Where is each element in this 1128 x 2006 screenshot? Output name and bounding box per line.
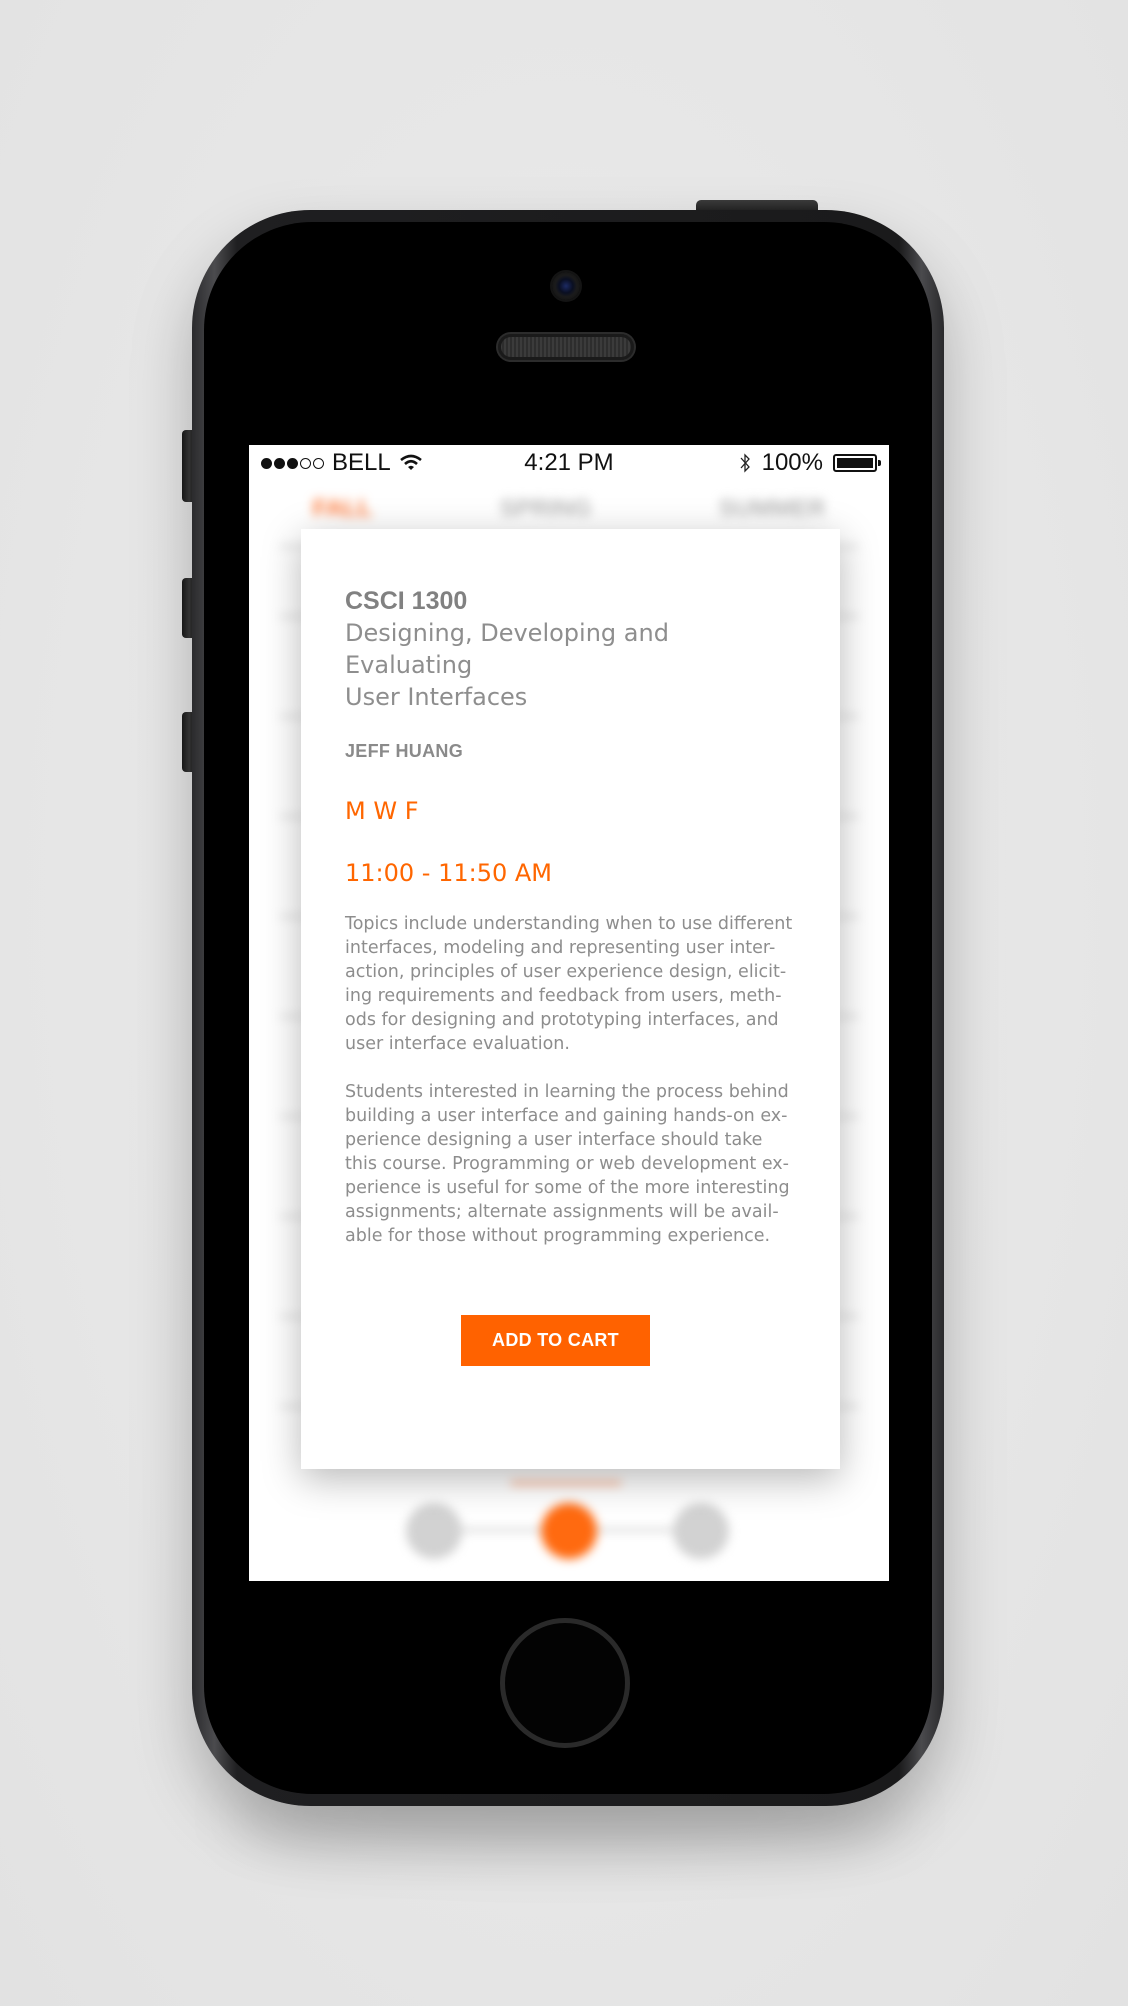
front-camera: [552, 272, 580, 300]
battery-fill: [837, 458, 873, 468]
course-title-line-2: User Interfaces: [345, 683, 528, 711]
course-code: CSCI 1300: [345, 587, 468, 615]
active-underline: [511, 1481, 621, 1485]
pager-dot[interactable]: [673, 1503, 729, 1559]
course-description: Topics include understanding when to use…: [345, 912, 797, 1248]
meeting-days: M W F: [345, 797, 419, 825]
phone-screen: BELL 4:21 PM 100% FALL SPRING SUMMER CSC…: [249, 445, 889, 1581]
home-button[interactable]: [500, 1618, 630, 1748]
status-bar: BELL 4:21 PM 100%: [249, 445, 889, 479]
description-paragraph-2: Students interested in learning the proc…: [345, 1082, 790, 1246]
mockup-stage: BELL 4:21 PM 100% FALL SPRING SUMMER CSC…: [0, 0, 1128, 2006]
bluetooth-icon: [740, 453, 750, 473]
status-right: 100%: [738, 449, 881, 477]
battery-percent: 100%: [761, 449, 823, 476]
battery-icon: [833, 454, 881, 472]
add-to-cart-button[interactable]: ADD TO CART: [461, 1315, 650, 1366]
semester-tabs: FALL SPRING SUMMER: [249, 495, 889, 523]
tab-fall[interactable]: FALL: [313, 495, 373, 523]
tab-spring[interactable]: SPRING: [500, 495, 592, 523]
meeting-time: 11:00 - 11:50 AM: [345, 859, 552, 887]
course-title-line-1: Designing, Developing and Evaluating: [345, 619, 669, 679]
page-indicator: [249, 1501, 889, 1561]
instructor-name: JEFF HUANG: [345, 741, 464, 761]
earpiece-speaker: [498, 334, 634, 360]
course-title: Designing, Developing and Evaluating Use…: [345, 617, 796, 713]
course-detail-card: CSCI 1300 Designing, Developing and Eval…: [301, 529, 840, 1469]
tab-summer[interactable]: SUMMER: [719, 495, 826, 523]
pager-dot[interactable]: [406, 1503, 462, 1559]
description-paragraph-1: Topics include understanding when to use…: [345, 914, 793, 1054]
pager-dot-active[interactable]: [541, 1503, 597, 1559]
